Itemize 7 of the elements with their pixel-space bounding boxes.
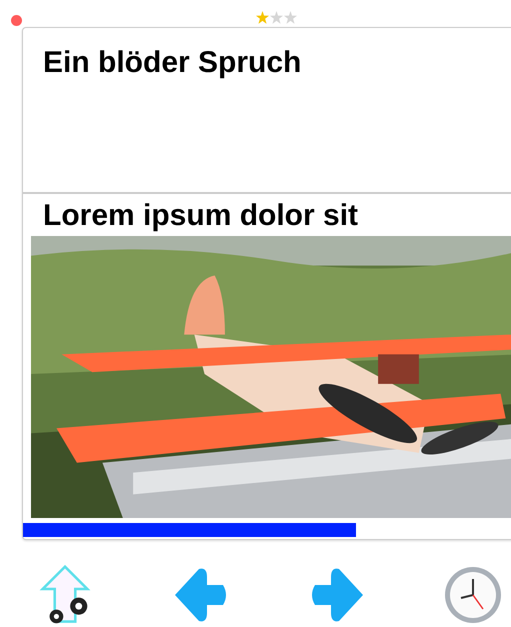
card-title: Ein blöder Spruch	[42, 45, 302, 81]
star-icon	[270, 11, 283, 24]
star-icon	[256, 11, 269, 24]
close-dot[interactable]	[11, 15, 22, 26]
card-heading: Lorem ipsum dolor sit	[42, 198, 360, 232]
clock-icon[interactable]	[443, 565, 503, 625]
star-icon	[284, 11, 297, 24]
